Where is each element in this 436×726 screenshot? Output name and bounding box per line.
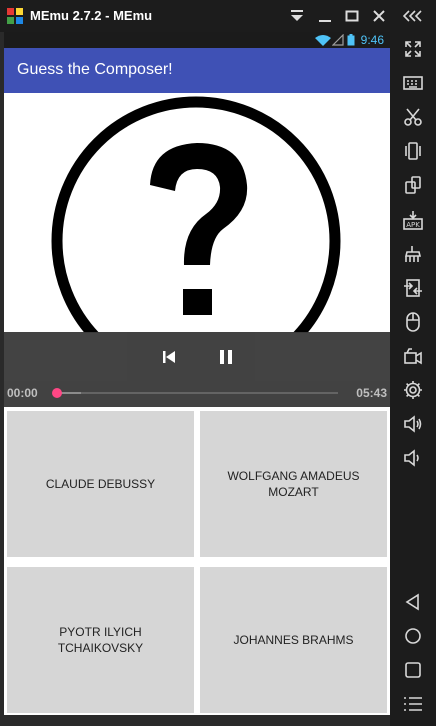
answer-label: WOLFGANG AMADEUS MOZART: [227, 469, 360, 499]
back-icon[interactable]: [400, 589, 426, 615]
answer-label: JOHANNES BRAHMS: [233, 633, 354, 647]
signal-icon: [332, 34, 344, 46]
duration-time: 05:43: [356, 386, 387, 400]
media-player: 00:00 05:43: [4, 93, 390, 407]
record-video-icon[interactable]: [400, 343, 426, 369]
close-icon[interactable]: [369, 6, 389, 26]
cleanup-icon[interactable]: [400, 241, 426, 267]
fullscreen-icon[interactable]: [400, 36, 426, 62]
minimize-icon[interactable]: [315, 6, 335, 26]
home-icon[interactable]: [400, 623, 426, 649]
question-mark-icon: [51, 96, 341, 333]
answer-button[interactable]: WOLFGANG AMADEUS MOZART: [200, 411, 387, 557]
settings-icon[interactable]: [400, 377, 426, 403]
answer-button[interactable]: PYOTR ILYICH TCHAIKOVSKY: [7, 567, 194, 713]
skip-previous-icon[interactable]: [156, 344, 182, 370]
seek-bar[interactable]: [52, 388, 338, 398]
menu-icon[interactable]: [400, 691, 426, 717]
emulator-title-bar: MEmu 2.7.2 - MEmu: [0, 0, 436, 32]
collapse-icon[interactable]: [400, 3, 426, 29]
memu-logo-icon: [7, 8, 23, 24]
wifi-icon: [315, 35, 331, 46]
emulator-toolbar: APK: [390, 0, 436, 726]
battery-icon: [347, 34, 355, 46]
seek-thumb[interactable]: [52, 388, 62, 398]
file-transfer-icon[interactable]: [400, 275, 426, 301]
answer-grid: CLAUDE DEBUSSY WOLFGANG AMADEUS MOZART P…: [4, 407, 390, 715]
maximize-icon[interactable]: [342, 6, 362, 26]
answer-label: PYOTR ILYICH TCHAIKOVSKY: [57, 625, 144, 655]
volume-down-icon[interactable]: [400, 445, 426, 471]
scissors-icon[interactable]: [400, 104, 426, 130]
answer-button[interactable]: JOHANNES BRAHMS: [200, 567, 387, 713]
keyboard-icon[interactable]: [400, 70, 426, 96]
app-bar: Guess the Composer!: [4, 48, 390, 93]
android-screen: 9:46 Guess the Composer! 00:00 05:43 CLA…: [4, 32, 390, 715]
recents-icon[interactable]: [400, 657, 426, 683]
apk-install-icon[interactable]: APK: [400, 207, 426, 233]
album-art: [40, 93, 353, 333]
rotate-icon[interactable]: [400, 172, 426, 198]
menu-dropdown-icon[interactable]: [287, 6, 307, 26]
pause-icon[interactable]: [213, 344, 239, 370]
svg-text:APK: APK: [406, 221, 420, 229]
mouse-icon[interactable]: [400, 309, 426, 335]
shake-icon[interactable]: [400, 138, 426, 164]
answer-button[interactable]: CLAUDE DEBUSSY: [7, 411, 194, 557]
answer-label: CLAUDE DEBUSSY: [45, 477, 156, 491]
window-title: MEmu 2.7.2 - MEmu: [30, 8, 153, 23]
elapsed-time: 00:00: [7, 386, 38, 400]
status-bar: 9:46: [4, 32, 390, 48]
volume-up-icon[interactable]: [400, 411, 426, 437]
status-time: 9:46: [360, 33, 384, 47]
media-controls: 00:00 05:43: [4, 332, 390, 407]
app-title: Guess the Composer!: [17, 61, 173, 78]
